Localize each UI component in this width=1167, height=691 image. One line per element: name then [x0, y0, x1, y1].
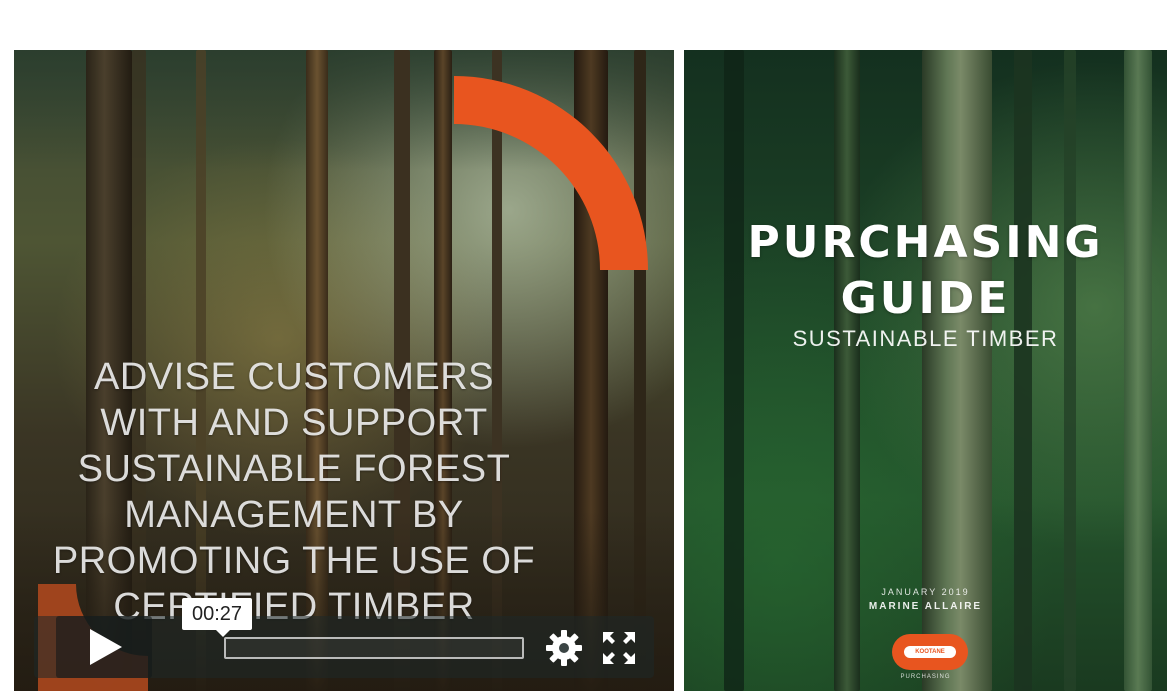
cover-title-line-1: PURCHASING [747, 217, 1104, 268]
orange-arc-graphic [454, 76, 648, 270]
time-tooltip: 00:27 [182, 598, 253, 637]
video-controls-bar [34, 616, 654, 678]
fullscreen-button[interactable] [601, 630, 637, 666]
page: ADVISE CUSTOMERS WITH AND SUPPORT SUSTAI… [0, 0, 1167, 691]
cover-logo-caption: PURCHASING [900, 674, 951, 680]
progress-bar[interactable] [224, 637, 524, 659]
cover-title-line-2: GUIDE [840, 273, 1011, 324]
play-button[interactable] [56, 616, 152, 678]
guide-cover[interactable]: PURCHASING GUIDE SUSTAINABLE TIMBER JANU… [684, 50, 1167, 691]
gear-icon [546, 630, 582, 666]
cover-date: JANUARY 2019 [881, 587, 970, 597]
cover-subtitle: SUSTAINABLE TIMBER [792, 326, 1059, 351]
cover-logo: KOOTANE [892, 634, 968, 670]
settings-button[interactable] [544, 628, 584, 668]
cover-logo-text: KOOTANE [904, 646, 956, 658]
fullscreen-icon [603, 632, 635, 664]
play-icon [90, 629, 122, 665]
cover-author: MARINE ALLAIRE [868, 601, 983, 612]
video-player[interactable]: ADVISE CUSTOMERS WITH AND SUPPORT SUSTAI… [14, 50, 674, 691]
